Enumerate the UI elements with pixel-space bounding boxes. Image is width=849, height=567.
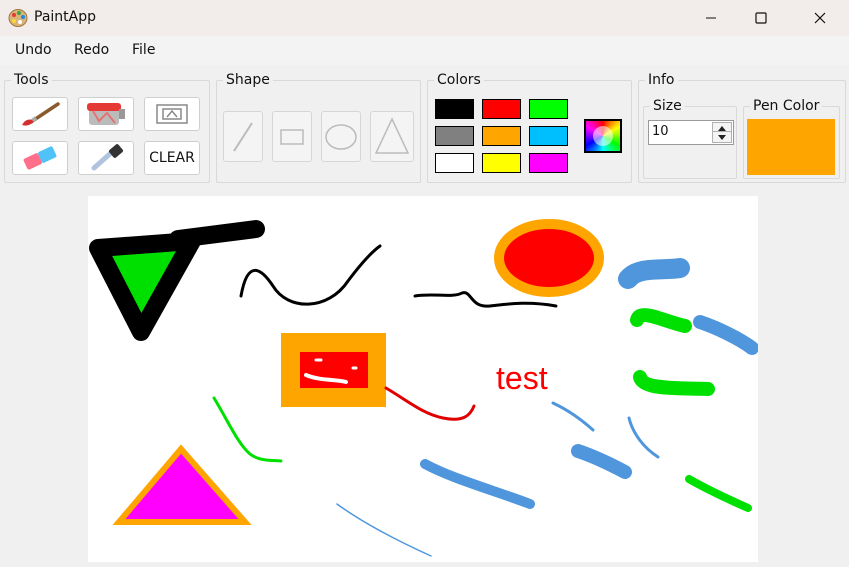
eraser-tool-button[interactable] [12,141,68,175]
eyedropper-icon [91,144,123,171]
paintbrush-icon [22,102,60,126]
clear-button[interactable]: CLEAR [144,141,200,175]
pen-color-group: Pen Color [743,98,840,179]
color-swatch-green[interactable] [529,99,568,119]
text-tool-button[interactable] [144,97,200,131]
line-icon [233,121,253,152]
stroke-green-4 [685,475,752,512]
stroke-black-thick [169,220,265,248]
shape-group-label: Shape [223,72,273,88]
color-swatch-red[interactable] [482,99,521,119]
eraser-icon [23,146,57,170]
rectangle-red [300,352,368,388]
text-box-icon [156,104,188,124]
eyedropper-tool-button[interactable] [78,141,134,175]
line-shape-button[interactable] [223,111,263,162]
ellipse-red [494,219,604,297]
size-stepper[interactable]: 10 [648,120,734,145]
stroke-blue-4 [627,416,660,459]
stroke-blue-6 [420,459,535,509]
stroke-green-2 [633,370,715,396]
menu-redo[interactable]: Redo [74,42,109,58]
tools-group: Tools CLEAR [4,72,210,183]
triangle-magenta [112,444,252,525]
stroke-green-3 [212,396,283,463]
colors-group: Colors [427,72,632,183]
fill-bucket-tool-button[interactable] [78,97,134,131]
stroke-black-curve-1 [239,244,382,306]
title-bar: PaintApp [0,0,849,36]
close-button[interactable] [797,0,843,36]
minimize-button[interactable] [688,0,734,36]
maximize-button[interactable] [738,0,784,36]
info-group: Info Size 10 Pen Color [638,72,846,183]
maximize-icon [755,12,767,24]
color-swatch-magenta[interactable] [529,153,568,173]
canvas-drawing: test [89,219,758,557]
color-swatch-yellow[interactable] [482,153,521,173]
rectangle-icon [280,128,304,145]
window-title: PaintApp [34,9,96,25]
menu-undo[interactable]: Undo [15,42,52,58]
pen-color-label: Pen Color [750,98,823,114]
rectangle-shape-button[interactable] [272,111,312,162]
canvas-text: test [496,360,548,396]
stroke-blue-1 [618,258,690,289]
tools-group-label: Tools [11,72,52,88]
size-label: Size [650,98,685,114]
color-swatch-white[interactable] [435,153,474,173]
stroke-red [384,386,476,421]
stroke-green-1 [630,308,692,333]
paint-bucket-icon [87,103,125,125]
info-group-label: Info [645,72,678,88]
triangle-green [89,232,201,341]
custom-color-picker-button[interactable] [584,119,622,153]
color-swatch-orange[interactable] [482,126,521,146]
arrow-up-icon [718,125,726,131]
colors-group-label: Colors [434,72,484,88]
menu-bar: Undo Redo File [0,36,849,65]
color-swatch-black[interactable] [435,99,474,119]
brush-tool-button[interactable] [12,97,68,131]
ellipse-icon [325,123,357,150]
color-wheel-icon [593,126,613,146]
color-swatch-sky-blue[interactable] [529,126,568,146]
triangle-shape-button[interactable] [370,111,414,162]
color-swatch-gray[interactable] [435,126,474,146]
palette-icon [8,9,28,27]
shape-group: Shape [216,72,421,183]
size-decrement-button[interactable] [712,131,732,143]
drawing-canvas[interactable]: test [88,196,758,562]
stroke-blue-3 [551,401,595,432]
size-group: Size 10 [643,98,737,179]
close-icon [814,12,826,24]
menu-file[interactable]: File [132,42,155,58]
minimize-icon [706,17,716,19]
stroke-blue-7 [336,503,432,557]
stroke-blue-5 [571,444,632,479]
stroke-blue-2 [693,315,758,355]
pen-color-preview [747,119,835,175]
arrow-down-icon [718,134,726,140]
ellipse-shape-button[interactable] [321,111,361,162]
triangle-icon [374,116,410,154]
size-input[interactable]: 10 [652,124,669,139]
